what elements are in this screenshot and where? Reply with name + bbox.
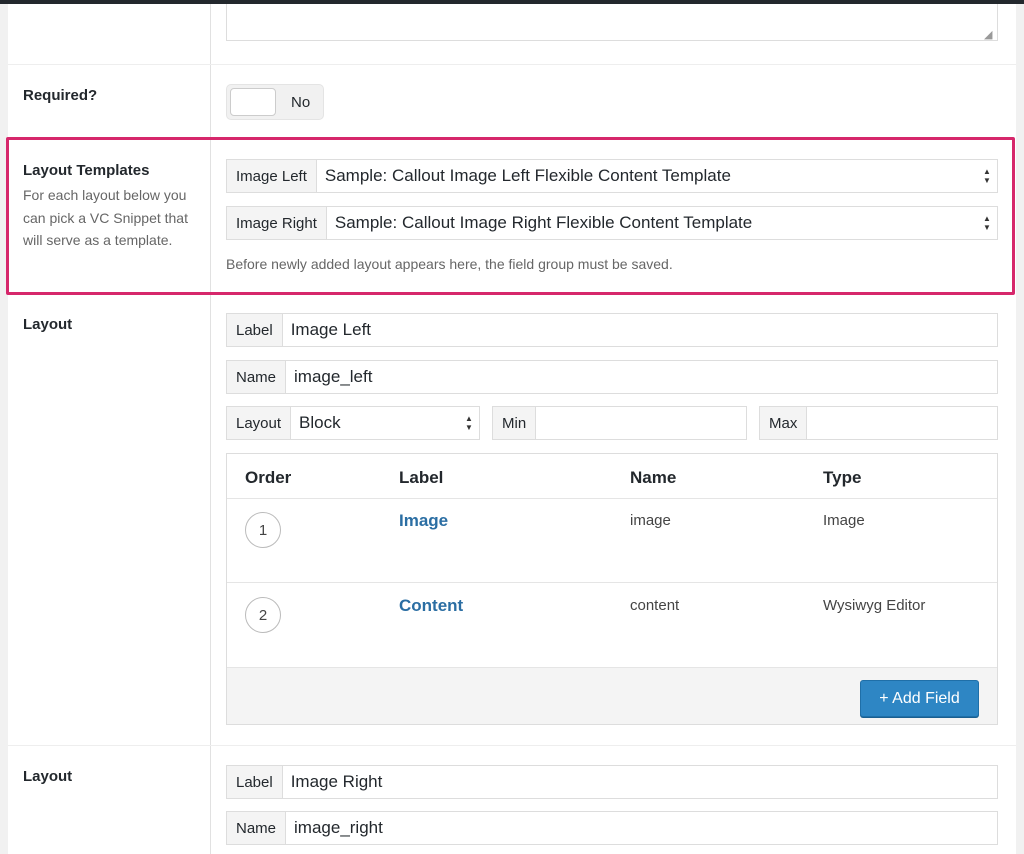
up-down-arrows-icon: ▲ ▼ [465,414,473,432]
field-value: Image Right [290,772,383,791]
header-divider [227,498,997,499]
field-value [807,407,997,439]
up-down-arrows-icon: ▲ ▼ [983,214,991,232]
field-order-handle[interactable]: 2 [245,597,281,633]
layout-name-field[interactable]: Name image_left [226,360,998,394]
select-value: Sample: Callout Image Right Flexible Con… [334,213,753,232]
layout-label-field[interactable]: Label Image Right [226,765,998,799]
row-divider [227,582,997,583]
field-prefix: Max [760,407,808,439]
field-value: Image Left [290,320,372,339]
field-prefix: Layout [227,407,292,439]
column-header-label: Label [399,468,444,487]
layout-display-select[interactable]: Layout Block ▲ ▼ [226,406,480,440]
select-prefix: Image Right [227,207,327,239]
required-label: Required? [23,87,98,104]
instructions-textarea[interactable] [226,4,998,41]
layout-title: Layout [23,768,73,785]
required-toggle[interactable]: No [226,84,324,120]
layout-title: Layout [23,316,73,333]
field-prefix: Name [227,812,287,844]
select-prefix: Image Left [227,160,317,192]
field-order-handle[interactable]: 1 [245,512,281,548]
field-name: image [630,512,671,529]
select-value: Sample: Callout Image Left Flexible Cont… [324,166,731,185]
add-field-button[interactable]: + Add Field [860,680,979,717]
column-header-order: Order [245,468,292,487]
field-value: image_left [294,367,373,386]
column-divider [210,4,211,854]
toggle-knob [230,88,276,116]
column-header-type: Type [823,468,862,487]
field-prefix: Min [493,407,537,439]
up-down-arrows-icon: ▲ ▼ [983,167,991,185]
row-divider [8,64,1016,65]
field-value: image_right [294,818,383,837]
layout-templates-description: For each layout below you can pick a VC … [23,187,188,248]
layout-name-field[interactable]: Name image_right [226,811,998,845]
save-note: Before newly added layout appears here, … [226,256,673,272]
column-header-name: Name [630,468,677,487]
field-name: content [630,597,680,614]
field-value [536,407,746,439]
field-prefix: Label [227,766,283,798]
fields-table-footer: + Add Field [227,667,997,724]
field-label-link[interactable]: Content [399,596,463,616]
field-prefix: Name [227,361,287,393]
template-select-image-left[interactable]: Image Left Sample: Callout Image Left Fl… [226,159,998,193]
field-type: Image [823,512,865,529]
select-value: Block [299,413,341,432]
fields-table: Order Label Name Type 1 Image image Imag… [226,453,998,725]
field-label-link[interactable]: Image [399,511,448,531]
template-select-image-right[interactable]: Image Right Sample: Callout Image Right … [226,206,998,240]
layout-max-field[interactable]: Max [759,406,998,440]
field-type: Wysiwyg Editor [823,597,926,614]
layout-templates-label: Layout Templates [23,162,150,179]
layout-label-field[interactable]: Label Image Left [226,313,998,347]
toggle-state-text: No [291,94,311,111]
row-divider [8,745,1016,746]
resize-grip-icon[interactable]: ◢ [984,28,992,41]
field-prefix: Label [227,314,283,346]
layout-min-field[interactable]: Min [492,406,747,440]
